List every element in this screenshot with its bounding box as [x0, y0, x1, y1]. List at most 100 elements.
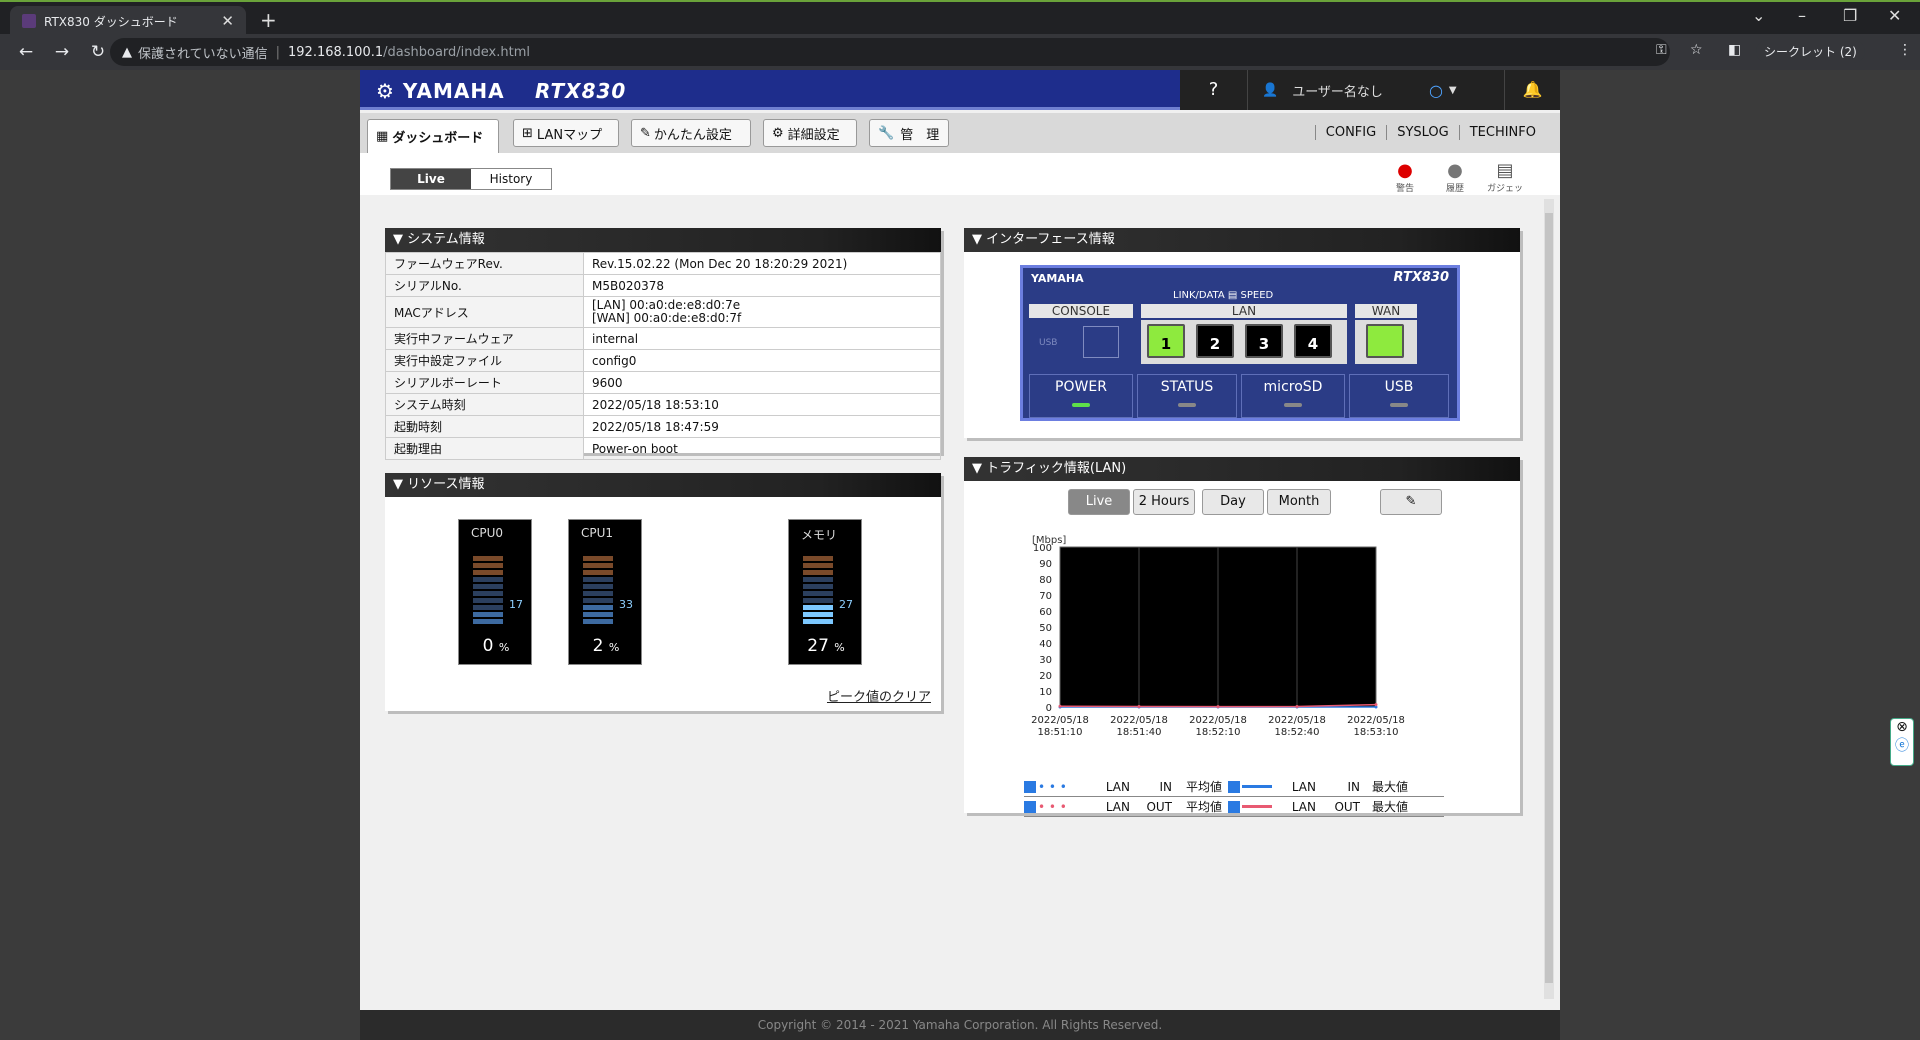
gauge-segment	[803, 619, 833, 624]
config-link[interactable]: CONFIG	[1314, 125, 1386, 140]
browser-menu-icon[interactable]: ⋮	[1898, 42, 1912, 58]
traffic-2hours-button[interactable]: 2 Hours	[1133, 489, 1195, 515]
lan-port-3[interactable]: 3	[1245, 324, 1283, 358]
menu-dashboard[interactable]: ▦ ダッシュボード	[367, 119, 499, 153]
legend-row: • • • LAN OUT 平均値 LAN OUT 最大値	[1024, 797, 1444, 817]
data-point	[1374, 703, 1378, 707]
history-label: 履歴	[1445, 184, 1464, 194]
close-tab-icon[interactable]: ✕	[221, 12, 234, 30]
window-close-icon[interactable]: ✕	[1888, 6, 1901, 25]
forward-icon[interactable]: →	[52, 42, 72, 62]
browser-tab[interactable]: RTX830 ダッシュボード ✕	[10, 6, 246, 36]
live-toggle[interactable]: Live	[391, 169, 471, 189]
microsd-label: microSD	[1263, 379, 1323, 395]
table-row: シリアルボーレート 9600	[385, 371, 941, 394]
reload-icon[interactable]: ↻	[88, 42, 108, 62]
gauge-segment	[803, 556, 833, 561]
gauge-number: 0	[482, 636, 494, 656]
resource-info-header[interactable]: ▼ リソース情報	[385, 473, 941, 497]
alert-button[interactable]: ● 警告	[1385, 161, 1425, 195]
new-tab-icon[interactable]: +	[260, 8, 277, 32]
lan-port-4[interactable]: 4	[1294, 324, 1332, 358]
bell-icon[interactable]: 🔔	[1504, 70, 1560, 110]
history-button[interactable]: ● 履歴	[1435, 161, 1475, 195]
y-tick-label: 20	[1039, 671, 1052, 682]
gauge-area: CPU0 17 0 % CPU1 33 2 % メモリ 27 27 % ピーク値…	[385, 497, 941, 711]
x-tick-date: 2022/05/18	[1110, 715, 1168, 726]
techinfo-link[interactable]: TECHINFO	[1458, 125, 1546, 140]
table-row: 実行中設定ファイル config0	[385, 349, 941, 372]
traffic-day-button[interactable]: Day	[1202, 489, 1264, 515]
minimize-icon[interactable]: –	[1798, 6, 1806, 25]
menu-advanced-label: 詳細設定	[787, 127, 840, 143]
gauge-value: 2 %	[569, 636, 643, 656]
wan-port[interactable]	[1366, 324, 1404, 358]
interface-info-title: インターフェース情報	[986, 232, 1115, 247]
menu-advanced[interactable]: ⚙ 詳細設定	[763, 119, 857, 147]
row-value: 9600	[583, 371, 941, 394]
gauge-segment	[473, 612, 503, 617]
legend-lan: LAN	[1291, 779, 1316, 794]
system-info-header[interactable]: ▼ システム情報	[385, 228, 941, 252]
y-tick-label: 100	[1033, 543, 1052, 554]
interface-info-panel: ▼ インターフェース情報 YAMAHA RTX830 CONSOLE USB L…	[964, 228, 1520, 438]
pencil-icon[interactable]: ✎	[1380, 489, 1442, 515]
restore-icon[interactable]: ❐	[1843, 6, 1857, 25]
dashboard-icon: ▦	[376, 129, 389, 144]
gadget-icon: ▤	[1496, 160, 1514, 181]
row-value: 2022/05/18 18:47:59	[583, 415, 941, 438]
menu-easy-label: かんたん設定	[653, 127, 732, 143]
traffic-title: トラフィック情報(LAN)	[986, 461, 1127, 476]
legend-checkbox[interactable]	[1024, 780, 1036, 793]
user-menu[interactable]: 👤 ユーザー名なし ○ ▼	[1248, 81, 1504, 100]
user-icon: 👤	[1262, 82, 1279, 98]
url-input[interactable]: ▲ 保護されていない通信 | 192.168.100.1/dashboard/i…	[110, 38, 1670, 66]
dotted-pink-icon: • • •	[1038, 799, 1067, 814]
row-label: シリアルボーレート	[385, 371, 584, 394]
close-circle-icon[interactable]: ⊗	[1891, 719, 1913, 735]
incognito-badge[interactable]: シークレット (2)	[1756, 40, 1865, 63]
syslog-link[interactable]: SYSLOG	[1386, 125, 1459, 140]
view-toggle: Live History	[390, 168, 552, 190]
lan-port-2[interactable]: 2	[1196, 324, 1234, 358]
back-icon[interactable]: ←	[16, 42, 36, 62]
traffic-month-button[interactable]: Month	[1267, 489, 1331, 515]
row-label: 実行中設定ファイル	[385, 349, 584, 372]
gauge-segment	[803, 605, 833, 610]
traffic-live-button[interactable]: Live	[1068, 489, 1130, 515]
tab-search-icon[interactable]: ⌄	[1752, 6, 1765, 25]
lan-port-1[interactable]: 1	[1147, 324, 1185, 358]
legend-checkbox[interactable]	[1228, 780, 1240, 793]
scroll-thumb[interactable]	[1545, 213, 1553, 983]
help-button[interactable]: ?	[1180, 70, 1248, 110]
wizard-icon: ✎	[640, 125, 651, 141]
x-tick-time: 18:52:40	[1275, 727, 1320, 738]
traffic-header[interactable]: ▼ トラフィック情報(LAN)	[964, 457, 1520, 481]
menu-lanmap[interactable]: ⊞ LANマップ	[513, 119, 619, 147]
legend-checkbox[interactable]	[1228, 800, 1240, 813]
menu-manage[interactable]: 🔧 管 理	[869, 119, 949, 147]
legend-checkbox[interactable]	[1024, 800, 1036, 813]
y-tick-label: 90	[1039, 559, 1052, 570]
router-app: ⚙ YAMAHA RTX830 ? 👤 ユーザー名なし ○ ▼ 🔔 ▦ ダッシュボ…	[360, 70, 1560, 1040]
router-logo: YAMAHA	[1031, 272, 1084, 285]
row-value: config0	[583, 349, 941, 372]
star-icon[interactable]: ☆	[1690, 42, 1703, 58]
history-toggle[interactable]: History	[471, 169, 551, 189]
sidepanel-icon[interactable]: ◧	[1728, 42, 1741, 58]
legend-dir: IN	[1347, 779, 1360, 794]
key-icon[interactable]: ⚿	[1656, 42, 1667, 58]
gauge-segment	[473, 563, 503, 568]
browser-tab-strip: RTX830 ダッシュボード ✕ + ⌄ – ❐ ✕	[0, 0, 1920, 36]
main-menu: ▦ ダッシュボード ⊞ LANマップ ✎ かんたん設定 ⚙ 詳細設定 🔧 管 理 CONF…	[360, 113, 1560, 153]
interface-info-header[interactable]: ▼ インターフェース情報	[964, 228, 1520, 252]
gauge-segment	[583, 570, 613, 575]
gauge-unit: %	[498, 641, 510, 654]
gauge-peak: 33	[619, 598, 633, 611]
microsd-indicator: microSD	[1241, 374, 1345, 418]
clear-peak-link[interactable]: ピーク値のクリア	[827, 686, 931, 705]
usb-small-label: USB	[1039, 338, 1058, 348]
scrollbar[interactable]	[1544, 199, 1554, 999]
extension-icon[interactable]: ⓔ	[1891, 735, 1913, 755]
menu-easy-setup[interactable]: ✎ かんたん設定	[631, 119, 751, 147]
